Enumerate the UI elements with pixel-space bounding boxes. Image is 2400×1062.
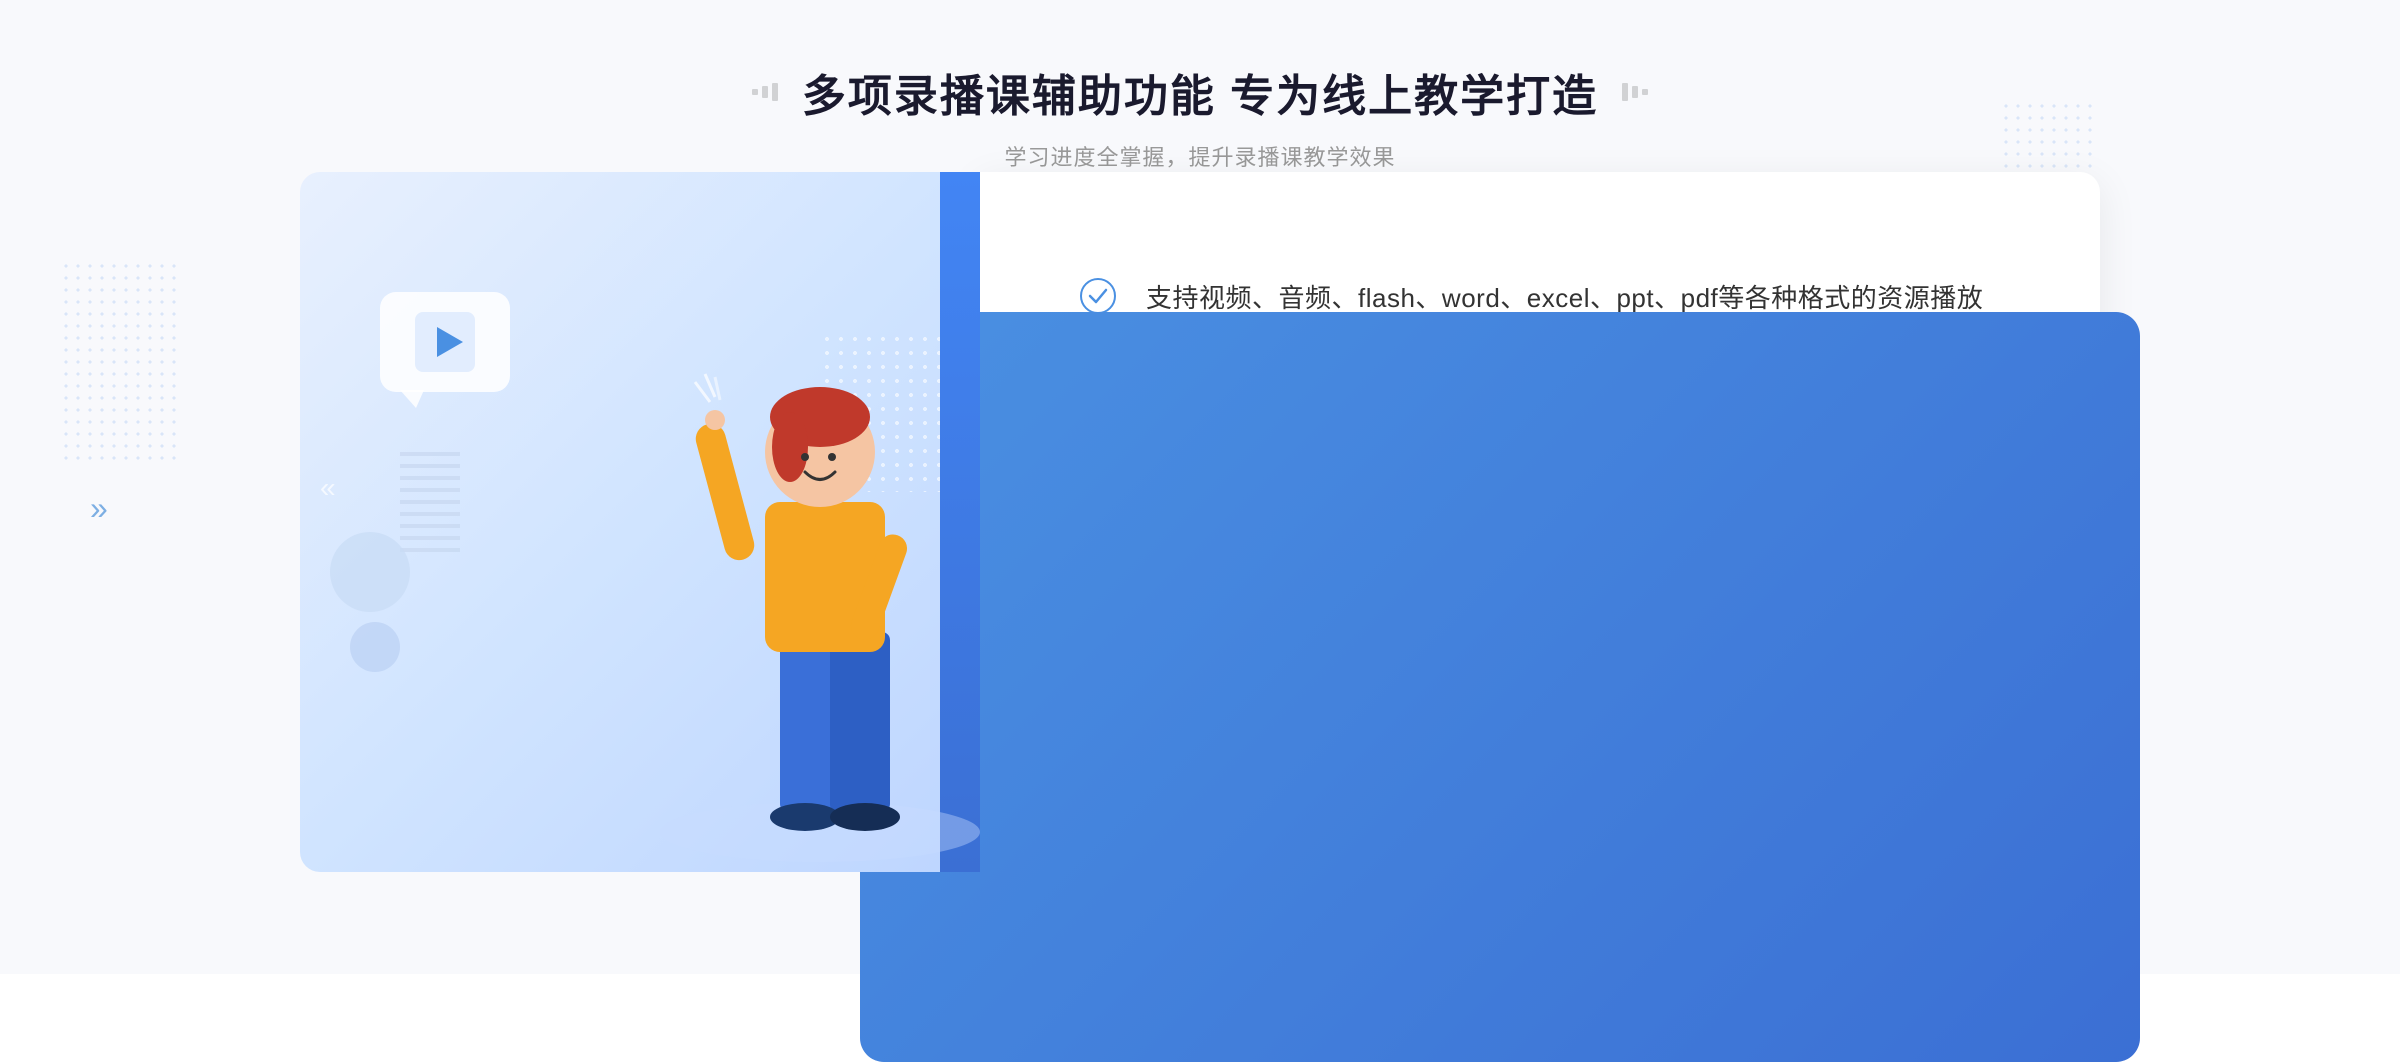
- person-illustration: [620, 272, 980, 872]
- blue-bg-card: [860, 312, 2140, 1062]
- title-decorator-left: [752, 83, 778, 101]
- inner-arrow-decorators: «: [320, 472, 336, 504]
- left-image-section: «: [300, 172, 980, 872]
- small-circle-2: [350, 622, 400, 672]
- main-title: 多项录播课辅助功能 专为线上教学打造: [802, 60, 1598, 124]
- header-section: 多项录播课辅助功能 专为线上教学打造 学习进度全掌握，提升录播课教学效果: [752, 60, 1648, 172]
- stripe-decoration: [400, 452, 460, 552]
- content-area-wrapper: «: [300, 172, 2100, 872]
- page-container: » 多项录播课辅助功能 专为线上教学打造 学习进度全掌握，提升录播课教学效果: [0, 0, 2400, 974]
- play-bubble: [380, 292, 510, 392]
- title-decorator-right: [1622, 83, 1648, 101]
- sub-title: 学习进度全掌握，提升录播课教学效果: [752, 140, 1648, 172]
- inner-arrow-shape: «: [320, 472, 336, 504]
- small-circle-1: [330, 532, 410, 612]
- check-icon-1: [1080, 278, 1116, 314]
- title-row: 多项录播课辅助功能 专为线上教学打造: [752, 60, 1648, 124]
- dots-decoration-left: [60, 260, 180, 460]
- arrow-decoration-left: »: [90, 490, 108, 527]
- play-icon: [415, 312, 475, 372]
